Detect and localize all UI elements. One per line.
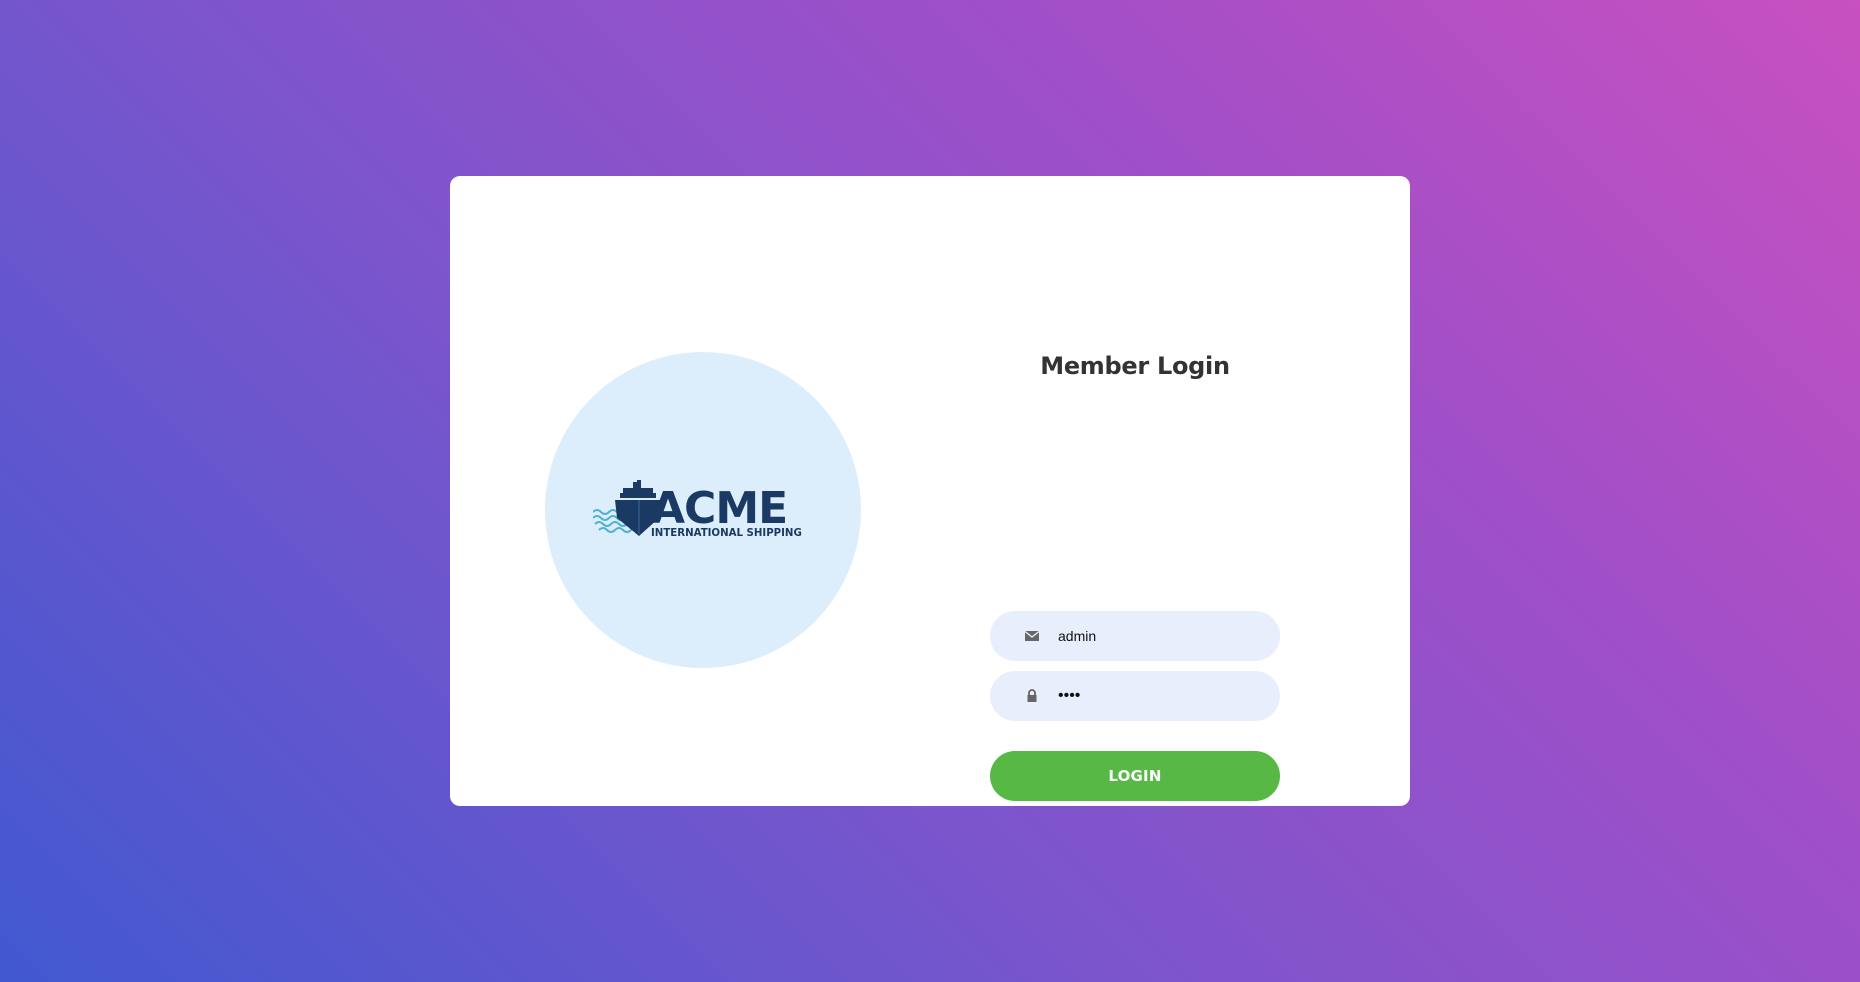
email-field[interactable] — [990, 611, 1280, 661]
page-title: Member Login — [1040, 352, 1230, 380]
logo-brand: ACME — [651, 483, 787, 534]
logo-tagline: INTERNATIONAL SHIPPING — [651, 528, 802, 539]
envelope-icon — [1024, 630, 1040, 641]
lock-icon — [1027, 689, 1037, 702]
logo-circle: ACME INTERNATIONAL SHIPPING — [545, 352, 861, 668]
password-field[interactable] — [990, 671, 1280, 721]
password-input[interactable] — [1058, 671, 1258, 721]
acme-logo: ACME INTERNATIONAL SHIPPING — [593, 480, 802, 539]
login-card: ACME INTERNATIONAL SHIPPING Member Login… — [450, 176, 1410, 806]
login-button[interactable]: LOGIN — [990, 751, 1280, 801]
email-input[interactable] — [1058, 611, 1258, 661]
